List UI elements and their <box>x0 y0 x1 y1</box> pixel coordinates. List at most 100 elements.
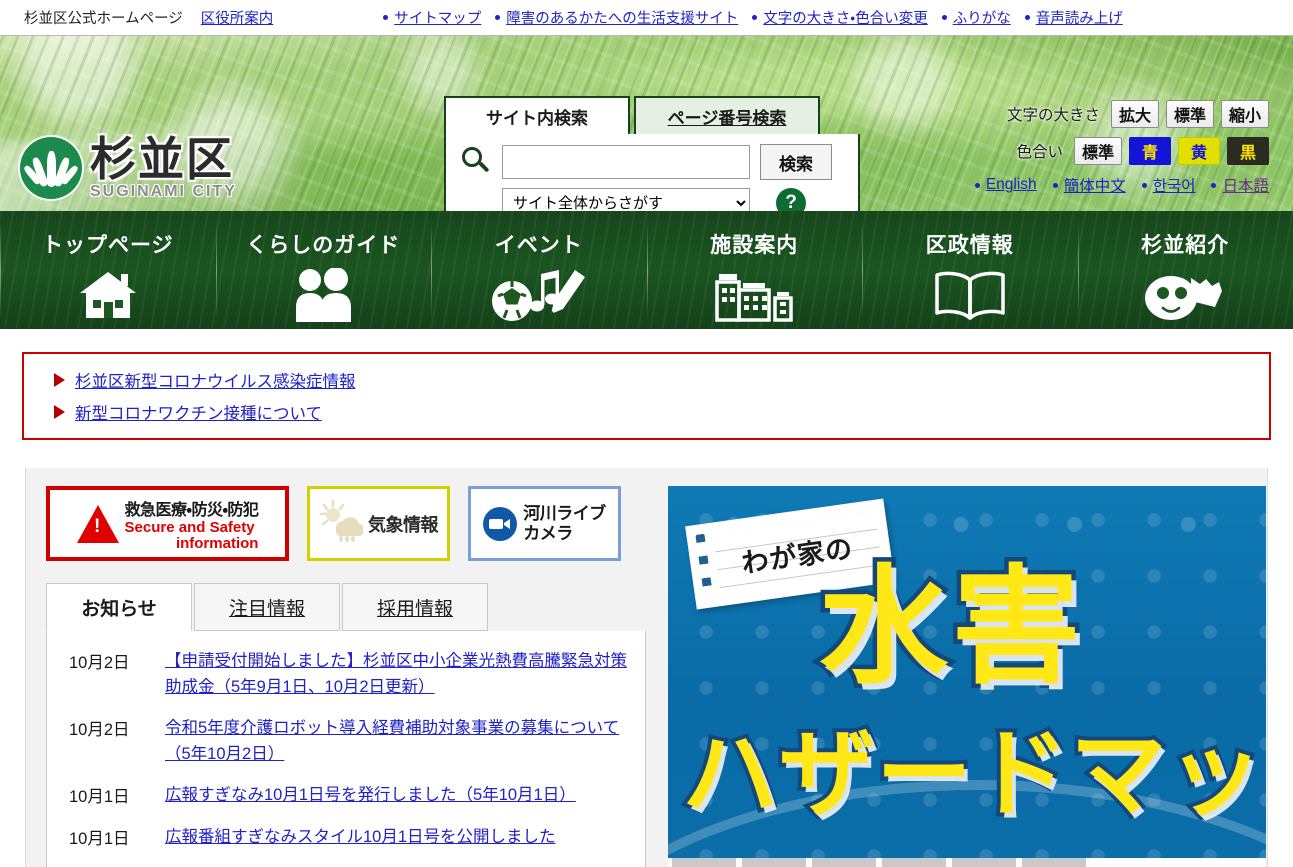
open-book-icon <box>932 267 1008 323</box>
news-item[interactable]: 10月1日 広報すぎなみ10月1日号を発行しました（5年10月1日） <box>47 779 645 821</box>
triangle-arrow-icon <box>54 405 65 419</box>
tab-news[interactable]: お知らせ <box>46 583 192 631</box>
video-camera-icon <box>483 506 518 541</box>
tab-featured[interactable]: 注目情報 <box>194 583 340 631</box>
triangle-arrow-icon <box>54 373 65 387</box>
utility-link-text-size-color[interactable]: 文字の大きさ・色合い変更 <box>752 7 928 28</box>
alert-link-label[interactable]: 杉並区新型コロナウイルス感染症情報 <box>75 368 356 392</box>
language-label[interactable]: 한국어 <box>1153 174 1196 196</box>
utility-link-furigana[interactable]: ふりがな <box>941 7 1011 28</box>
warning-triangle-icon <box>76 504 119 543</box>
logo-en: SUGINAMI CITY <box>90 183 237 200</box>
banner-weather-label: 気象情報 <box>368 514 439 535</box>
global-navigation: トップページ くらしのガイド イベント 施設案内 区政情報 杉並紹介 <box>0 211 1293 329</box>
banner-weather[interactable]: 気象情報 <box>307 486 450 561</box>
alert-link-row[interactable]: 杉並区新型コロナウイルス感染症情報 <box>24 364 1269 396</box>
news-item-link[interactable]: 令和5年度介護ロボット導入経費補助対象事業の募集について（5年10月2日） <box>165 716 629 767</box>
utility-link-label[interactable]: 文字の大きさ・色合い変更 <box>763 7 927 28</box>
tab-page-number-search[interactable]: ページ番号検索 <box>634 96 820 136</box>
text-size-small-button[interactable]: 縮小 <box>1220 100 1269 128</box>
nav-item-city-government[interactable]: 区政情報 <box>862 211 1078 329</box>
utility-link-label[interactable]: 障害のあるかたへの生活支援サイト <box>506 7 738 28</box>
search-panel: 検索 サイト全体からさがす ? <box>444 134 860 211</box>
utility-link-label[interactable]: ふりがな <box>953 7 1011 28</box>
news-item-link[interactable]: 【申請受付開始しました】杉並区中小企業光熱費高騰緊急対策助成金（5年9月1日、1… <box>165 649 629 700</box>
language-english[interactable]: English <box>974 176 1037 194</box>
two-people-icon <box>288 267 358 323</box>
nav-item-top-page[interactable]: トップページ <box>0 211 216 329</box>
sun-cloud-rain-icon <box>319 499 365 548</box>
right-column: わが家の 水害 ハザードマップ <box>668 486 1266 867</box>
news-item-link[interactable]: 広報番組すぎなみスタイル10月1日号を公開しました <box>165 825 556 851</box>
bullet-icon <box>1052 182 1058 188</box>
language-simplified-chinese[interactable]: 簡体中文 <box>1052 174 1126 196</box>
site-logo[interactable]: 杉並区 SUGINAMI CITY <box>20 136 237 200</box>
hazard-title-line1: 水害 <box>815 553 1085 702</box>
utility-link-sitemap[interactable]: サイトマップ <box>383 7 481 28</box>
news-item-date: 10月1日 <box>69 829 130 848</box>
office-guide-link[interactable]: 区役所案内 <box>201 7 274 28</box>
language-switcher: English 簡体中文 한국어 日本語 <box>959 174 1269 196</box>
nav-item-suginami-intro[interactable]: 杉並紹介 <box>1077 211 1293 329</box>
alert-link-row[interactable]: 新型コロナワクチン接種について <box>24 396 1269 428</box>
color-scheme-yellow-button[interactable]: 黄 <box>1178 137 1220 165</box>
nav-item-facilities[interactable]: 施設案内 <box>646 211 863 329</box>
color-scheme-label: 色合い <box>1016 144 1063 161</box>
hero-header: 杉並区 SUGINAMI CITY サイト内検索 ページ番号検索 検索 サイト全… <box>0 36 1293 211</box>
language-korean[interactable]: 한국어 <box>1141 174 1196 196</box>
utility-link-accessibility-support[interactable]: 障害のあるかたへの生活支援サイト <box>495 7 738 28</box>
utility-link-label[interactable]: サイトマップ <box>394 7 481 28</box>
utility-bar: 杉並区公式ホームページ 区役所案内 サイトマップ 障害のあるかたへの生活支援サイ… <box>0 0 1293 36</box>
accessibility-controls: 文字の大きさ 拡大 標準 縮小 色合い 標準 青 黄 黒 English 簡体中… <box>959 100 1269 196</box>
alert-link-label[interactable]: 新型コロナワクチン接種について <box>75 400 322 424</box>
help-icon[interactable]: ? <box>776 188 806 211</box>
news-tabs: お知らせ 注目情報 採用情報 <box>46 583 646 631</box>
banner-secure-safety[interactable]: 救急医療・防災・防犯 Secure and Safety information <box>46 486 289 561</box>
banner-river-live-camera[interactable]: 河川ライブ カメラ <box>468 486 621 561</box>
language-label[interactable]: English <box>986 176 1037 194</box>
nav-item-living-guide[interactable]: くらしのガイド <box>215 211 432 329</box>
news-item[interactable]: 10月2日 令和5年度介護ロボット導入経費補助対象事業の募集について（5年10月… <box>47 712 645 779</box>
color-scheme-blue-button[interactable]: 青 <box>1129 137 1171 165</box>
banner-camera-line1: 河川ライブ <box>523 503 606 523</box>
search-input[interactable] <box>502 145 750 179</box>
language-label[interactable]: 簡体中文 <box>1064 174 1126 196</box>
search-tabs: サイト内検索 ページ番号検索 <box>444 96 860 136</box>
utility-link-text-to-speech[interactable]: 音声読み上げ <box>1024 7 1123 28</box>
search-button[interactable]: 検索 <box>760 144 832 180</box>
color-scheme-control: 色合い 標準 青 黄 黒 <box>959 137 1269 165</box>
nav-item-label: トップページ <box>41 234 174 257</box>
tab-site-search[interactable]: サイト内検索 <box>444 96 630 136</box>
bullet-icon <box>1141 182 1147 188</box>
language-label[interactable]: 日本語 <box>1222 174 1269 196</box>
tab-recruitment[interactable]: 採用情報 <box>342 583 488 631</box>
banner-camera-label: 河川ライブ カメラ <box>523 504 606 543</box>
bullet-icon <box>495 15 501 20</box>
news-item-link[interactable]: 広報すぎなみ10月1日号を発行しました（5年10月1日） <box>165 783 576 809</box>
color-scheme-black-button[interactable]: 黒 <box>1227 137 1269 165</box>
tab-news-label: お知らせ <box>81 598 157 620</box>
hazard-bottom-strip <box>668 858 1266 867</box>
banner-secure-en1: Secure and Safety <box>124 518 255 536</box>
buildings-icon <box>713 267 795 323</box>
news-item[interactable]: 10月1日 広報番組すぎなみスタイル10月1日号を公開しました <box>47 821 645 863</box>
house-icon <box>77 267 139 323</box>
utility-link-label[interactable]: 音声読み上げ <box>1036 7 1123 28</box>
color-scheme-standard-button[interactable]: 標準 <box>1073 137 1122 165</box>
main-content-panel: 救急医療・防災・防犯 Secure and Safety information <box>25 468 1268 867</box>
search-scope-select[interactable]: サイト全体からさがす <box>502 188 750 211</box>
nav-item-label: 施設案内 <box>710 234 799 257</box>
nav-item-label: 区政情報 <box>925 234 1014 257</box>
tab-recruitment-label: 採用情報 <box>376 598 453 620</box>
text-size-normal-button[interactable]: 標準 <box>1165 100 1214 128</box>
news-item[interactable]: 10月2日 【申請受付開始しました】杉並区中小企業光熱費高騰緊急対策助成金（5年… <box>47 645 645 712</box>
news-list-panel: 10月2日 【申請受付開始しました】杉並区中小企業光熱費高騰緊急対策助成金（5年… <box>46 631 646 867</box>
quick-banner-row: 救急医療・防災・防犯 Secure and Safety information <box>46 486 646 561</box>
nav-item-events[interactable]: イベント <box>431 211 647 329</box>
language-japanese[interactable]: 日本語 <box>1211 174 1269 196</box>
text-size-control: 文字の大きさ 拡大 標準 縮小 <box>959 100 1269 128</box>
tab-site-search-label: サイト内検索 <box>486 108 588 128</box>
text-size-large-button[interactable]: 拡大 <box>1110 100 1159 128</box>
banner-flood-hazard-map[interactable]: わが家の 水害 ハザードマップ <box>668 486 1266 867</box>
nav-item-label: くらしのガイド <box>246 234 401 257</box>
